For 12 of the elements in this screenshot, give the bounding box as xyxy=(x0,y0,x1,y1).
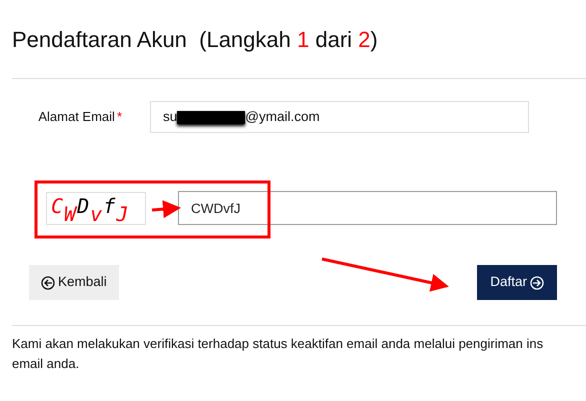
arrow-circle-icon xyxy=(530,276,544,290)
email-field[interactable]: su @ymail.com xyxy=(150,101,529,133)
email-label: Alamat Email* xyxy=(37,108,123,126)
arrow-circle-icon xyxy=(41,276,55,290)
page-title: Pendaftaran Akun (Langkah 1 dari 2) xyxy=(12,26,379,54)
notice-text: Kami akan melakukan verifikasi terhadap status keaktifan email anda melalui pengiriman ins xyxy=(12,335,544,353)
back-button[interactable]: Kembali xyxy=(29,265,119,300)
captcha-field[interactable]: CWDvfJ xyxy=(178,191,557,225)
pointer-arrow xyxy=(152,200,181,218)
register-button[interactable]: Daftar xyxy=(477,265,557,300)
notice-text: email anda. xyxy=(12,355,80,373)
captcha-image: CWDvfJ xyxy=(46,192,146,224)
